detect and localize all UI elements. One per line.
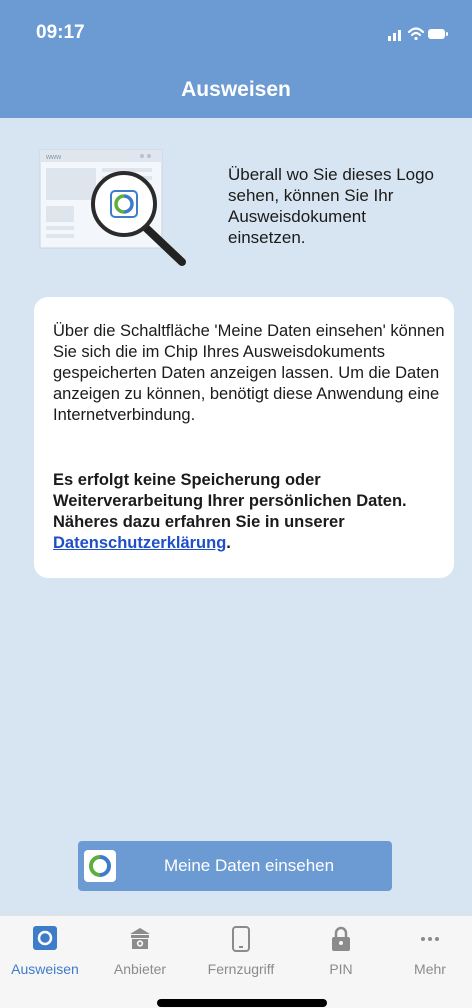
tab-label: Ausweisen (11, 961, 79, 977)
tab-ausweisen[interactable]: Ausweisen (0, 916, 90, 986)
info-paragraph-1: Über die Schaltfläche 'Meine Daten einse… (53, 322, 445, 424)
id-logo-icon (33, 926, 57, 950)
page-title: Ausweisen (181, 78, 291, 101)
info-paragraph-2: Es erfolgt keine Speicherung oder Weiter… (53, 470, 449, 554)
browser-url-text: www (45, 154, 62, 161)
app-header: 09:17 Ausweisen (0, 0, 472, 118)
battery-icon (428, 29, 448, 39)
tab-label: PIN (329, 961, 353, 977)
info-card: Über die Schaltfläche 'Meine Daten einse… (34, 297, 454, 578)
tab-fernzugriff[interactable]: Fernzugriff (196, 916, 286, 986)
bank-icon (130, 928, 150, 949)
phone-icon (232, 926, 250, 952)
tab-mehr[interactable]: Mehr (385, 916, 472, 986)
tab-label: Anbieter (113, 961, 167, 977)
status-time: 09:17 (36, 22, 85, 43)
wifi-icon (407, 27, 425, 41)
tab-anbieter[interactable]: Anbieter (95, 916, 185, 986)
info-paragraph-2-end: . (226, 534, 231, 552)
info-paragraph-2-text: Es erfolgt keine Speicherung oder Weiter… (53, 471, 407, 531)
view-my-data-button[interactable]: Meine Daten einsehen (78, 841, 392, 891)
view-my-data-label: Meine Daten einsehen (163, 856, 335, 875)
privacy-policy-link[interactable]: Datenschutzerklärung (53, 534, 226, 552)
lock-icon (332, 926, 350, 951)
tab-label: Mehr (414, 961, 446, 977)
signal-icon (388, 30, 401, 41)
tab-pin[interactable]: PIN (296, 916, 386, 986)
browser-magnifier-illustration: www (39, 149, 186, 266)
intro-text: Überall wo Sie dieses Logo sehen, können… (228, 165, 435, 247)
more-dots-icon (421, 937, 439, 941)
tab-label: Fernzugriff (207, 961, 275, 977)
home-indicator (157, 999, 327, 1007)
status-icons (388, 27, 448, 41)
bottom-tab-bar: Ausweisen Anbieter Fernzugriff PIN Mehr (0, 915, 472, 1008)
